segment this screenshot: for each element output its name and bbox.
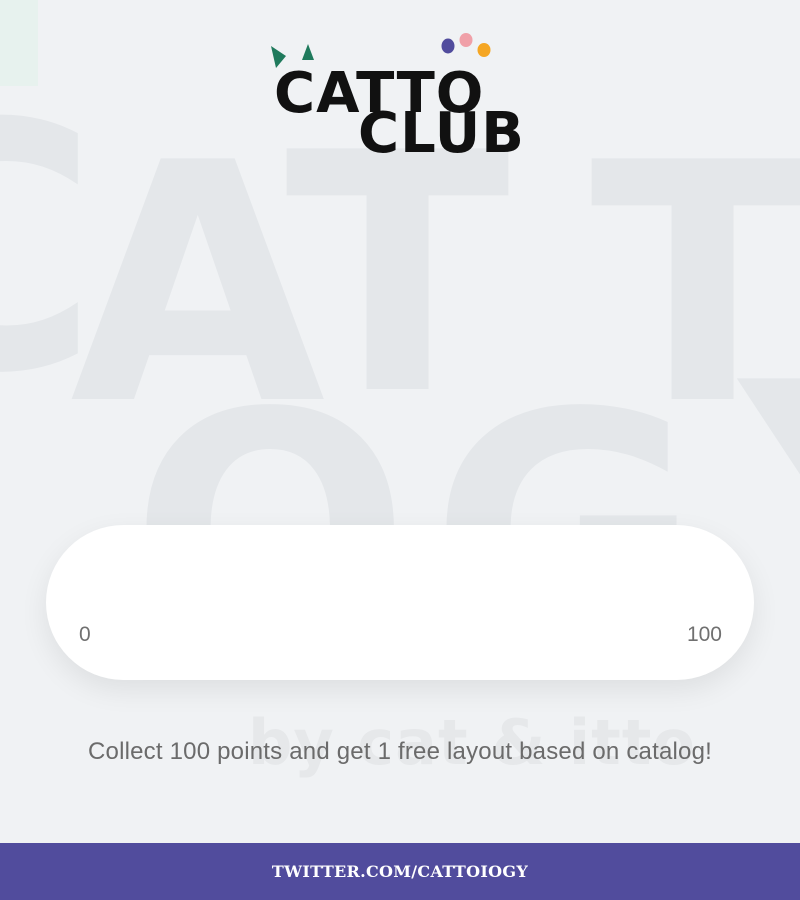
- watermark-letter-a: A: [70, 93, 326, 477]
- watermark-letter-t2: T: [590, 93, 800, 477]
- watermark-letter-c: C: [0, 80, 100, 420]
- logo-text-club: CLUB: [358, 101, 522, 162]
- twitter-link[interactable]: TWITTER.COM/CATTOIOGY: [272, 862, 528, 881]
- logo-ear-right-icon: [302, 44, 314, 60]
- points-progress-card: 0 100: [46, 525, 754, 680]
- progress-max-label: 100: [686, 623, 722, 646]
- progress-min-label: 0: [79, 623, 91, 646]
- logo-dot-pink-icon: [459, 33, 473, 47]
- corner-tint: [0, 0, 38, 86]
- logo-dot-purple-icon: [441, 38, 455, 54]
- footer-bar: TWITTER.COM/CATTOIOGY: [0, 843, 800, 900]
- logo-dot-orange-icon: [477, 43, 491, 57]
- promo-message: Collect 100 points and get 1 free layout…: [87, 738, 713, 765]
- catto-club-logo: CATTO CLUB: [271, 33, 522, 162]
